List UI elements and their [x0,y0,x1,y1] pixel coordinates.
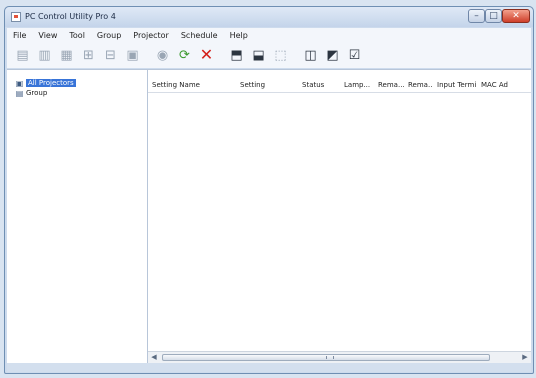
scroll-thumb[interactable] [162,354,490,361]
title-bar: PC Control Utility Pro 4 – □ ✕ [5,7,533,27]
check-icon[interactable]: ☑ [345,46,364,65]
import-icon[interactable]: ⬓ [249,46,268,65]
column-header[interactable]: Rema... [404,81,433,89]
schedule-icon[interactable]: ◫ [301,46,320,65]
column-header[interactable]: Status [298,81,340,89]
scroll-left-icon[interactable]: ◀ [149,353,159,362]
info-icon[interactable]: ◉ [153,46,172,65]
tree-item-all-projectors[interactable]: ▣ All Projectors [7,78,147,88]
export-icon[interactable]: ⬒ [227,46,246,65]
camera-icon[interactable]: ◩ [323,46,342,65]
column-header[interactable]: Setting Name [148,81,236,89]
menu-tool[interactable]: Tool [63,31,91,40]
group-add-icon[interactable]: ⊞ [79,46,98,65]
copy-icon[interactable]: ⬚ [271,46,290,65]
menu-projector[interactable]: Projector [127,31,175,40]
minimize-button[interactable]: – [468,9,485,23]
list-header: Setting Name Setting Status Lamp... Rema... R… [148,78,531,93]
app-window: PC Control Utility Pro 4 – □ ✕ File View… [4,6,534,374]
projector-tree: ▣ All Projectors ▤ Group [7,70,148,363]
status-bar [7,363,531,372]
tree-item-label: All Projectors [26,79,76,87]
delete-icon[interactable]: ✕ [197,46,216,65]
menu-view[interactable]: View [32,31,63,40]
group-remove-icon[interactable]: ▣ [123,46,142,65]
tree-item-group[interactable]: ▤ Group [7,88,147,98]
menu-schedule[interactable]: Schedule [175,31,224,40]
toolbar: ▤ ▥ ▦ ⊞ ⊟ ▣ ◉ ⟳ ✕ ⬒ ⬓ ⬚ ◫ ◩ ☑ [7,42,531,68]
tree-item-label: Group [26,89,48,97]
column-header[interactable]: MAC Ad [477,81,511,89]
menu-bar: File View Tool Group Projector Schedule … [7,28,531,42]
projector-add-icon[interactable]: ▤ [13,46,32,65]
app-icon [11,12,21,22]
column-header[interactable]: Input Termi... [433,81,477,89]
scroll-right-icon[interactable]: ▶ [520,353,530,362]
group-icon: ▤ [15,88,24,98]
menu-file[interactable]: File [7,31,32,40]
menu-group[interactable]: Group [91,31,127,40]
network-icon[interactable]: ▦ [57,46,76,65]
projector-list: Setting Name Setting Status Lamp... Rema... R… [148,70,531,363]
column-header[interactable]: Lamp... [340,81,374,89]
menu-help[interactable]: Help [224,31,254,40]
window-title: PC Control Utility Pro 4 [25,12,116,21]
group-edit-icon[interactable]: ⊟ [101,46,120,65]
projector-remove-icon[interactable]: ▥ [35,46,54,65]
close-button[interactable]: ✕ [502,9,530,23]
projector-icon: ▣ [15,78,24,88]
column-header[interactable]: Rema... [374,81,404,89]
horizontal-scrollbar[interactable]: ◀ ▶ [148,351,531,363]
main-content: ▣ All Projectors ▤ Group Setting Name Set… [7,69,531,363]
refresh-icon[interactable]: ⟳ [175,46,194,65]
column-header[interactable]: Setting [236,81,298,89]
maximize-button[interactable]: □ [485,9,502,23]
